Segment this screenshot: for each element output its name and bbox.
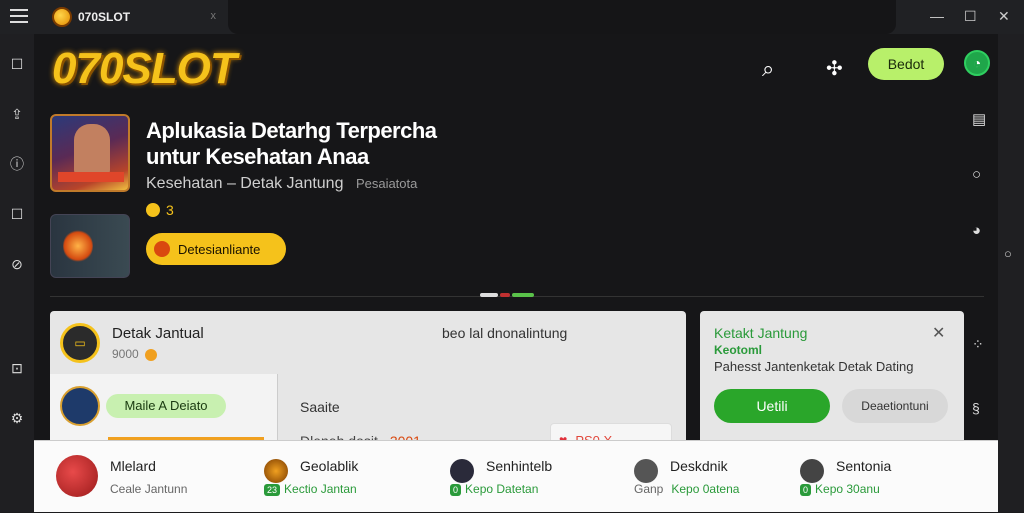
minimize-button[interactable]: — [930,8,944,24]
document-icon[interactable]: ▤ [972,110,986,128]
panel-title: Ketakt Jantung [714,325,808,341]
circle-icon[interactable]: ○ [1004,246,1012,261]
maximize-button[interactable]: ☐ [964,8,977,25]
heart-thumbnail[interactable] [50,214,130,278]
circle-outline-icon[interactable]: ○ [972,166,981,183]
list-item[interactable]: Senhintelb 0 Kepo Datetan [450,441,620,513]
heart-glow-illustration [63,229,93,263]
app-icon [56,455,98,497]
window-icon[interactable]: ☐ [9,206,25,222]
list-item[interactable]: Mlelard Ceale Jantunn [56,441,236,513]
panel-header-text: beo lal dnonalintung [442,325,568,341]
app-thumbnail[interactable] [50,114,130,192]
user-card: Maile A Deiato [50,374,278,440]
right-rail: ○ [998,34,1024,512]
panel-subtitle: Keotoml [714,343,762,357]
square-icon[interactable]: ☐ [9,56,25,72]
settings-icon[interactable]: ⚙ [9,410,25,426]
app-name: Detak Jantual [112,325,204,342]
list-item[interactable]: Geolablik 23 Kectio Jantan [264,441,434,513]
rating-value: 3 [166,202,174,218]
app-icon [450,459,474,483]
list-item[interactable]: Sentonia 0 Kepo 30anu [800,441,990,513]
app-icon [634,459,658,483]
download-icon [154,241,170,257]
beta-button[interactable]: Bedot [868,48,944,80]
hero-meta: Pesaiatota [355,176,418,191]
app-logo-icon [52,7,72,27]
search-icon[interactable]: ⌕ [762,56,774,82]
app-icon [800,459,824,483]
carousel-dots[interactable] [480,293,534,297]
profile-icon[interactable]: ◔ [964,50,990,76]
info-icon[interactable]: ⓘ [9,156,25,172]
tab-title: 070SLOT [78,10,131,24]
brand-logo[interactable]: 070SLOT [52,44,237,94]
secondary-button[interactable]: Deaetiontuni [842,389,948,423]
download-label: Detesianliante [178,241,261,257]
download-button[interactable]: Detesianliante [146,233,286,265]
link-icon[interactable]: ⊘ [9,256,25,272]
coin-icon [144,348,157,361]
panel-description: Pahesst Jantenketak Detak Dating [714,359,914,374]
tab-strip [228,0,896,34]
browser-tab[interactable]: 070SLOT x [52,6,228,28]
user-pill[interactable]: Maile A Deiato [106,394,226,418]
rating: 3 [146,202,174,218]
close-icon[interactable]: ✕ [932,323,945,343]
app-avatar[interactable]: ▭ [60,323,100,363]
app-icon [264,459,288,483]
network-icon[interactable]: ✣ [826,56,843,81]
main-content: 070SLOT ⌕ ✣ Bedot ◔ ▤ ○ ◕ ⁘ § Aplukasia … [34,34,998,457]
title-bar: 070SLOT x — ☐ ✕ [0,0,1024,34]
menu-icon[interactable] [10,9,28,23]
list-item[interactable]: Deskdnik Ganp Kepo 0atena [634,441,804,513]
user-avatar[interactable] [60,386,100,426]
share-icon[interactable]: ⇪ [9,106,25,122]
primary-button[interactable]: Uetili [714,389,830,423]
grid-icon[interactable]: ⁘ [972,336,984,353]
compass-icon[interactable]: ◕ [972,222,981,239]
app-count: 9000 [112,347,157,361]
close-window-button[interactable]: ✕ [998,8,1010,25]
sync-icon[interactable]: § [972,400,980,416]
heart-rate-panel: Ketakt Jantung Keotoml Pahesst Jantenket… [700,311,964,440]
label-a: Saaite [300,399,340,415]
figure-illustration [74,124,110,176]
bottom-app-list: Mlelard Ceale Jantunn Geolablik 23 Kectio… [34,440,998,512]
hero-title: Aplukasia Detarhg Terpercha untur Keseha… [146,118,437,169]
app-info-panel: ▭ Detak Jantual 9000 beo lal dnonalintun… [50,311,686,457]
hero-subtitle: Kesehatan – Detak Jantung Pesaiatota [146,175,418,192]
bookmark-icon[interactable]: ⊡ [9,360,25,376]
left-rail: ☐ ⇪ ⓘ ☐ ⊘ ⊡ ⚙ [0,34,34,512]
smiley-icon [146,203,160,217]
tab-close-icon[interactable]: x [211,10,217,22]
